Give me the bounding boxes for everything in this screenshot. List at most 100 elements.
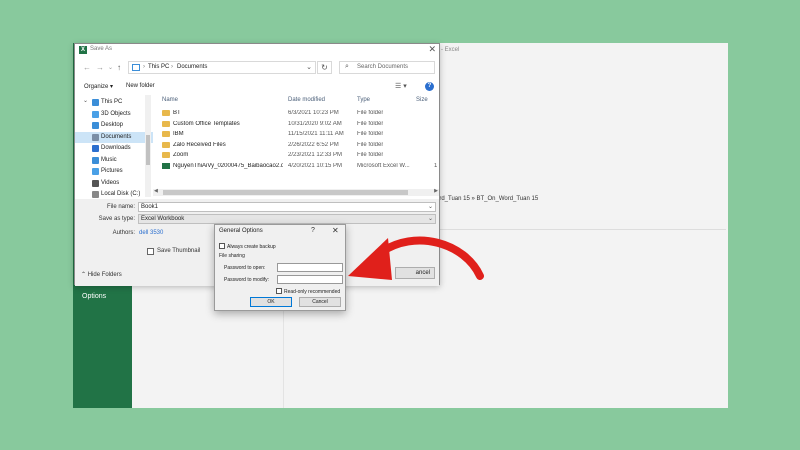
breadcrumb-this-pc[interactable]: This PC — [148, 64, 169, 70]
folder-icon — [162, 120, 170, 127]
pictures-icon — [92, 168, 99, 175]
chevron-down-icon[interactable]: ⌄ — [428, 203, 433, 211]
nav-item-label: Pictures — [101, 168, 123, 174]
authors-value[interactable]: dell 3530 — [139, 230, 163, 236]
chevron-down-icon[interactable]: ⌄ — [83, 97, 88, 104]
pc-icon — [132, 64, 140, 71]
excel-file-icon — [162, 162, 170, 169]
file-date: 2/26/2022 6:52 PM — [288, 141, 339, 148]
sidebar-options[interactable]: Options — [82, 293, 106, 300]
help-icon[interactable]: ? — [311, 227, 315, 234]
nav-item[interactable]: Music — [75, 155, 153, 166]
search-icon: ⌕ — [345, 63, 349, 70]
file-row[interactable]: Zalo Received Files 2/26/2022 6:52 PM File… — [157, 140, 437, 150]
breadcrumb-separator: › — [171, 64, 173, 70]
folder-icon — [162, 131, 170, 137]
nav-item-label: This PC — [101, 99, 123, 105]
scroll-right-icon[interactable]: ▶ — [434, 188, 438, 194]
nav-item[interactable]: Desktop — [75, 120, 153, 131]
chevron-down-icon[interactable]: ⌄ — [306, 63, 312, 71]
excel-app-icon: X — [79, 46, 87, 54]
back-arrow-icon[interactable]: ← — [83, 63, 91, 72]
ok-button[interactable]: OK — [250, 297, 292, 307]
download-icon — [92, 145, 99, 152]
nav-item[interactable]: Documents — [75, 131, 153, 143]
hide-folders-button[interactable]: ⌃ Hide Folders — [81, 271, 122, 278]
breadcrumb-separator: › — [143, 64, 145, 70]
search-placeholder: Search Documents — [357, 64, 409, 70]
nav-scrollbar[interactable] — [145, 95, 151, 197]
close-icon[interactable]: ✕ — [332, 226, 339, 235]
file-size: 12 — [434, 162, 437, 169]
scroll-left-icon[interactable]: ◀ — [154, 188, 158, 194]
pc-icon — [92, 99, 99, 106]
save-type-select[interactable]: Excel Workbook ⌄ — [138, 214, 436, 224]
file-date: 2/23/2021 12:33 PM — [288, 152, 343, 158]
nav-item-label: Documents — [101, 133, 132, 140]
file-name: Zalo Received Files — [173, 141, 226, 148]
disk-icon — [92, 191, 99, 198]
recent-folder-path[interactable]: ord_Tuan 15 » BT_On_Word_Tuan 15 — [436, 196, 538, 202]
file-row[interactable]: IBM 11/15/2021 11:11 AM File folder — [157, 129, 437, 139]
organize-button[interactable]: Organize ▾ — [84, 83, 113, 90]
new-folder-button[interactable]: New folder — [126, 83, 155, 89]
folder-icon — [162, 141, 170, 148]
file-row[interactable]: NguyenThiAiVy_02000475_Baibaocao2.d... 4/… — [157, 161, 437, 171]
password-modify-input[interactable] — [277, 275, 343, 284]
always-backup-label: Always create backup — [227, 244, 276, 250]
nav-item-label: Videos — [101, 179, 120, 186]
save-thumbnail-checkbox[interactable] — [147, 248, 154, 255]
general-options-dialog: General Options ? ✕ Always create backup… — [214, 224, 346, 311]
authors-label: Authors: — [112, 230, 135, 236]
column-header-date[interactable]: Date modified — [288, 97, 325, 103]
file-type: File folder — [357, 131, 384, 137]
file-name: Custom Office Templates — [173, 120, 240, 127]
search-input[interactable]: ⌕ Search Documents — [339, 61, 435, 74]
breadcrumb-documents[interactable]: Documents — [177, 64, 207, 70]
navigation-pane: ⌄ This PC 3D Objects Desktop Documents Downlo… — [75, 95, 153, 198]
column-header-size[interactable]: Size — [416, 97, 428, 103]
videos-icon — [92, 179, 99, 187]
file-row[interactable]: Custom Office Templates 10/31/2020 9:02 A… — [157, 119, 437, 129]
excel-window-title: - Excel — [441, 47, 460, 53]
view-options-icon[interactable]: ☰ ▾ — [395, 82, 407, 90]
file-row[interactable]: Zoom 2/23/2021 12:33 PM File folder — [157, 150, 437, 160]
nav-item-label: 3D Objects — [101, 110, 131, 117]
forward-arrow-icon[interactable]: → — [96, 63, 104, 72]
close-icon[interactable]: ✕ — [428, 44, 436, 55]
up-arrow-icon[interactable]: ↑ — [117, 63, 121, 72]
nav-item[interactable]: Pictures — [75, 166, 153, 177]
nav-item[interactable]: 3D Objects — [75, 109, 153, 120]
column-header-type[interactable]: Type — [357, 97, 370, 103]
password-open-input[interactable] — [277, 263, 343, 272]
hide-folders-label: Hide Folders — [87, 272, 122, 278]
file-date: 4/20/2021 10:15 PM — [288, 162, 343, 169]
file-list: Name Date modified Type Size BT 6/3/2021 … — [157, 95, 437, 198]
nav-item-label: Desktop — [101, 122, 124, 128]
nav-item-label: Music — [101, 156, 117, 163]
refresh-button[interactable]: ↻ — [317, 61, 332, 74]
nav-item[interactable]: ⌄ This PC — [75, 97, 153, 108]
file-name: IBM — [173, 131, 184, 137]
file-name-input[interactable]: Book1 ⌄ — [138, 202, 436, 212]
file-row[interactable]: BT 6/3/2021 10:23 PM File folder — [157, 108, 437, 118]
nav-item[interactable]: Videos — [75, 178, 153, 189]
folder-icon — [162, 152, 170, 158]
address-bar[interactable]: › This PC › Documents ⌄ — [128, 61, 316, 74]
help-icon[interactable]: ? — [425, 82, 434, 91]
read-only-checkbox[interactable] — [276, 288, 282, 294]
file-name: NguyenThiAiVy_02000475_Baibaocao2.d... — [173, 162, 283, 169]
file-name: Zoom — [173, 152, 189, 158]
horizontal-scrollbar[interactable]: ◀ ▶ — [153, 188, 439, 196]
scrollbar-thumb[interactable] — [163, 190, 408, 195]
chevron-down-icon[interactable]: ⌄ — [428, 215, 433, 223]
cancel-button[interactable]: Cancel — [299, 297, 341, 307]
scrollbar-thumb[interactable] — [146, 135, 150, 165]
save-type-label: Save as type: — [98, 216, 135, 222]
chevron-down-icon[interactable]: ⌄ — [108, 64, 113, 71]
column-header-name[interactable]: Name — [162, 97, 178, 103]
dialog-title: Save As — [90, 46, 113, 52]
desktop-icon — [92, 122, 99, 129]
always-backup-checkbox[interactable] — [219, 243, 225, 249]
nav-item[interactable]: Downloads — [75, 143, 153, 154]
